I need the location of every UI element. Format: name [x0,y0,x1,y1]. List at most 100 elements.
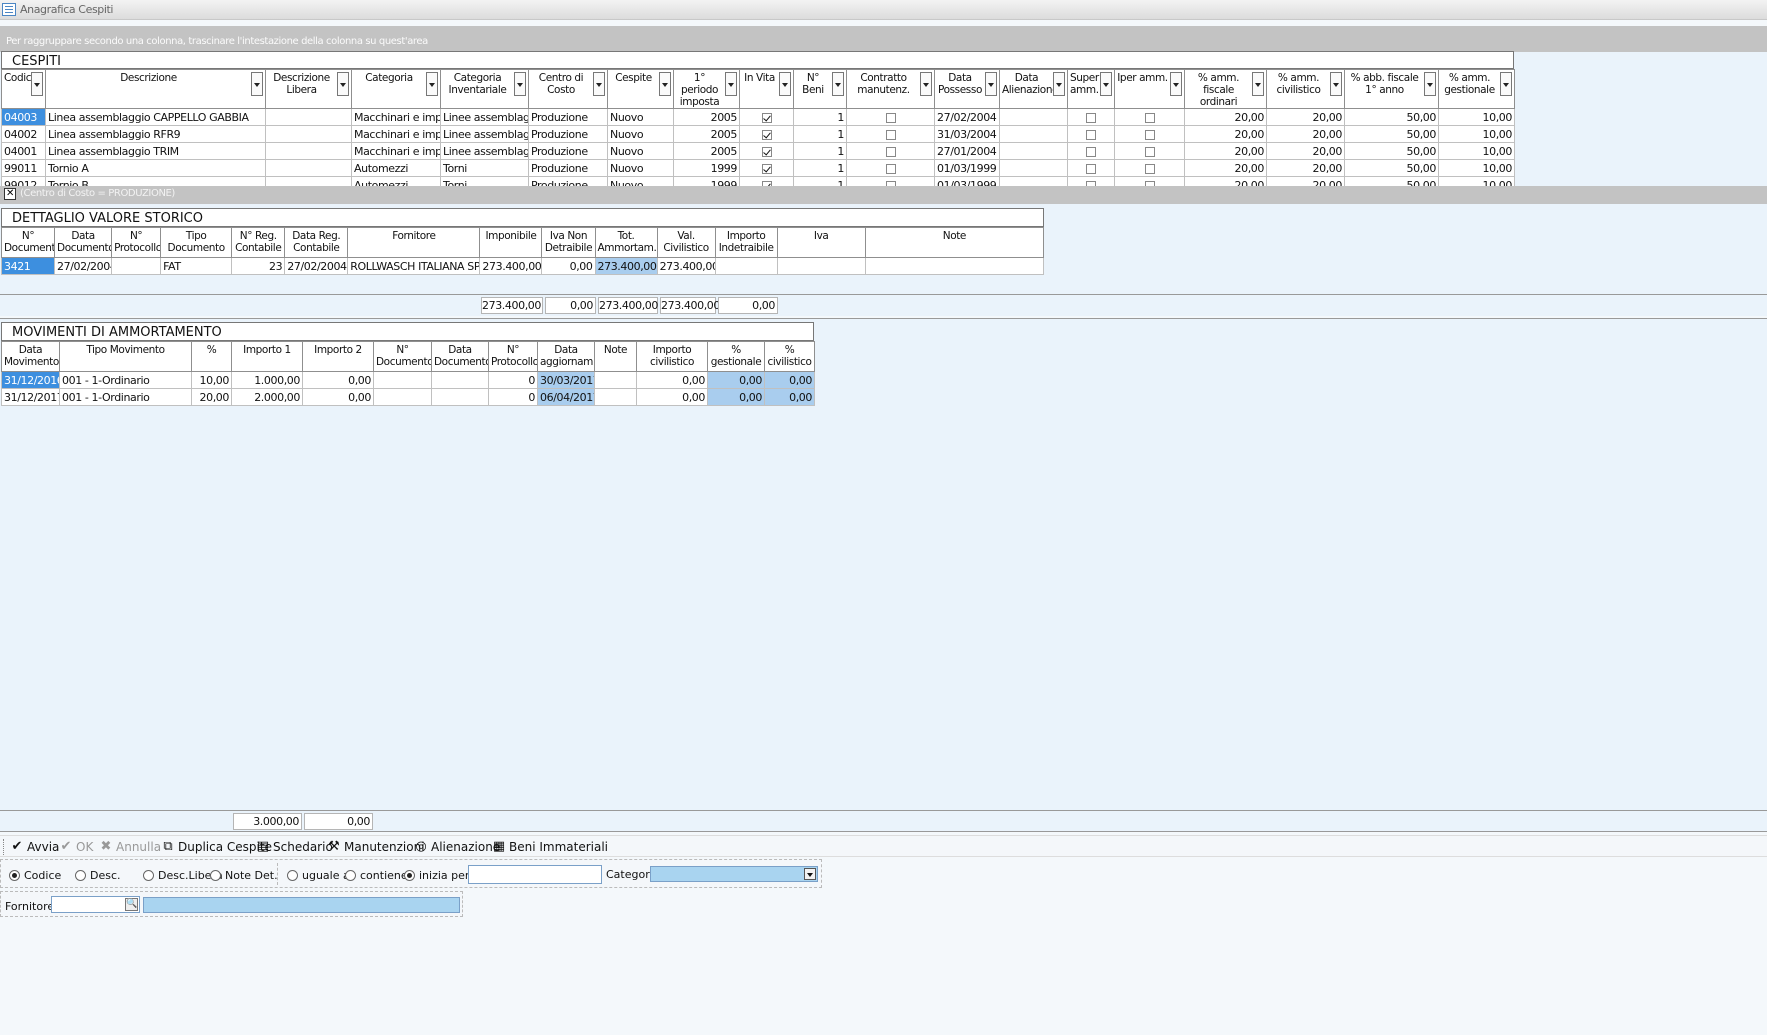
table-cell[interactable]: Torni [440,159,529,177]
table-cell[interactable]: 0,00 [636,371,708,389]
radio-codice[interactable]: Codice [9,869,61,882]
table-cell[interactable]: Produzione [528,142,608,160]
column-header[interactable]: In Vita [739,69,794,109]
column-header[interactable]: Val. Civilistico [656,227,716,258]
column-header[interactable]: Imponibile [479,227,543,258]
column-header[interactable]: Importo civilistico [636,341,708,372]
table-row[interactable]: 31/12/2017 001 - 1-Ordinario 20,00 2.000,00… [1,388,815,406]
column-header[interactable]: Centro di Costo [528,69,608,109]
table-cell[interactable]: 0 [488,371,538,389]
table-cell[interactable]: Nuovo [607,142,674,160]
table-cell[interactable] [1114,108,1185,126]
table-cell[interactable]: 20,00 [1184,142,1267,160]
table-cell[interactable]: Produzione [528,108,608,126]
checkbox[interactable] [1086,163,1096,174]
table-cell[interactable]: 50,00 [1344,125,1439,143]
table-cell[interactable]: 04002 [1,125,46,143]
table-cell[interactable]: 1 [793,142,847,160]
annulla-button[interactable]: ✖ Annulla [99,839,162,855]
table-cell[interactable] [1067,125,1115,143]
table-cell[interactable] [1114,159,1185,177]
movimenti-grid[interactable]: Data Movimento Tipo Movimento% Importo 1 Im… [1,341,815,406]
table-cell[interactable] [864,257,1045,275]
table-cell[interactable] [431,388,489,406]
table-cell[interactable]: Tornio A [45,159,266,177]
table-cell[interactable] [431,371,489,389]
cespiti-grid[interactable]: Codice Descrizione Descrizione Libera Categ… [1,69,1515,194]
table-cell[interactable]: 1 [793,108,847,126]
radio-desc[interactable]: Desc. [75,869,121,882]
table-row[interactable]: 04002 Linea assemblaggio RFR9 Macchinari e… [1,125,1515,143]
table-cell[interactable] [1067,142,1115,160]
table-cell[interactable]: 20,00 [191,388,232,406]
column-header[interactable]: % civilistico [764,341,815,372]
table-cell[interactable] [739,159,794,177]
table-cell[interactable] [1067,159,1115,177]
table-cell[interactable]: 20,00 [1266,125,1345,143]
table-cell[interactable]: 0,00 [707,371,765,389]
table-cell[interactable]: 20,00 [1266,159,1345,177]
table-row[interactable]: 3421 27/02/2004 FAT 23 27/02/2004 ROLLWASCH I… [0,257,1045,275]
column-header[interactable]: Iper amm. [1114,69,1185,109]
table-cell[interactable]: Macchinari e impianti [351,108,441,126]
table-cell[interactable]: 27/02/2004 [284,257,349,275]
column-header[interactable]: Descrizione Libera [265,69,352,109]
table-cell[interactable]: 10,00 [1438,108,1515,126]
column-header[interactable]: N° Protocollo [111,227,162,258]
ok-button[interactable]: ✔ OK [59,839,94,855]
column-header[interactable]: Importo 1 [231,341,303,372]
categoria-select[interactable] [650,866,818,882]
checkbox[interactable] [761,146,772,157]
column-header[interactable]: % amm. fiscale ordinari [1184,69,1267,109]
checkbox[interactable] [885,163,896,174]
table-cell[interactable]: 0,00 [764,388,815,406]
table-cell[interactable] [265,142,352,160]
filter-dropdown-icon[interactable] [1053,72,1065,96]
table-cell[interactable]: Nuovo [607,125,674,143]
radio-contiene[interactable]: contiene [345,869,408,882]
column-header[interactable]: Categoria Inventariale [440,69,529,109]
checkbox[interactable] [1144,129,1155,140]
table-cell[interactable] [999,159,1068,177]
table-cell[interactable] [739,125,794,143]
filter-dropdown-icon[interactable] [1500,72,1512,96]
table-cell[interactable]: Linee assemblaggio [440,125,529,143]
checkbox[interactable] [1086,112,1096,123]
column-header[interactable]: Categoria [351,69,441,109]
table-cell[interactable] [111,257,162,275]
table-cell[interactable]: 2.000,00 [231,388,303,406]
table-row[interactable]: 99011 Tornio A Automezzi Torni Produzione Nuo… [1,159,1515,177]
lookup-icon[interactable]: 🔍 [125,898,138,911]
table-cell[interactable] [1114,125,1185,143]
checkbox[interactable] [885,112,896,123]
table-cell[interactable]: 27/02/2004 [54,257,113,275]
checkbox[interactable] [1144,146,1155,157]
schedario-button[interactable]: ▤ Schedario [256,839,333,855]
table-cell[interactable] [846,108,935,126]
filter-dropdown-icon[interactable] [985,72,997,96]
column-header[interactable]: % amm. gestionale [1438,69,1515,109]
search-input[interactable] [468,865,602,884]
column-header[interactable]: Data Movimento [1,341,60,372]
table-cell[interactable]: 06/04/2017 [537,388,595,406]
column-header[interactable]: Data Documento [54,227,113,258]
table-cell[interactable]: Nuovo [607,108,674,126]
alienazione-button[interactable]: ◎ Alienazione [414,839,500,855]
column-header[interactable]: Tot. Ammortam. [594,227,658,258]
column-header[interactable]: Data Reg. Contabile [284,227,349,258]
table-cell[interactable] [776,257,866,275]
column-header[interactable]: Codice [1,69,46,109]
column-header[interactable]: Iva [776,227,866,258]
radio-note-det[interactable]: Note Det. [210,869,278,882]
checkbox[interactable] [1086,146,1096,157]
table-cell[interactable]: 10,00 [191,371,232,389]
column-header[interactable]: Fornitore [347,227,481,258]
table-cell[interactable]: 0,00 [707,388,765,406]
table-cell[interactable]: Linee assemblaggio [440,142,529,160]
table-cell[interactable]: Macchinari e impianti [351,142,441,160]
table-cell[interactable] [846,159,935,177]
manutenzioni-button[interactable]: ⚒ Manutenzioni [327,839,424,855]
table-cell[interactable]: 20,00 [1266,142,1345,160]
table-cell[interactable]: Automezzi [351,159,441,177]
filter-dropdown-icon[interactable] [31,72,43,96]
